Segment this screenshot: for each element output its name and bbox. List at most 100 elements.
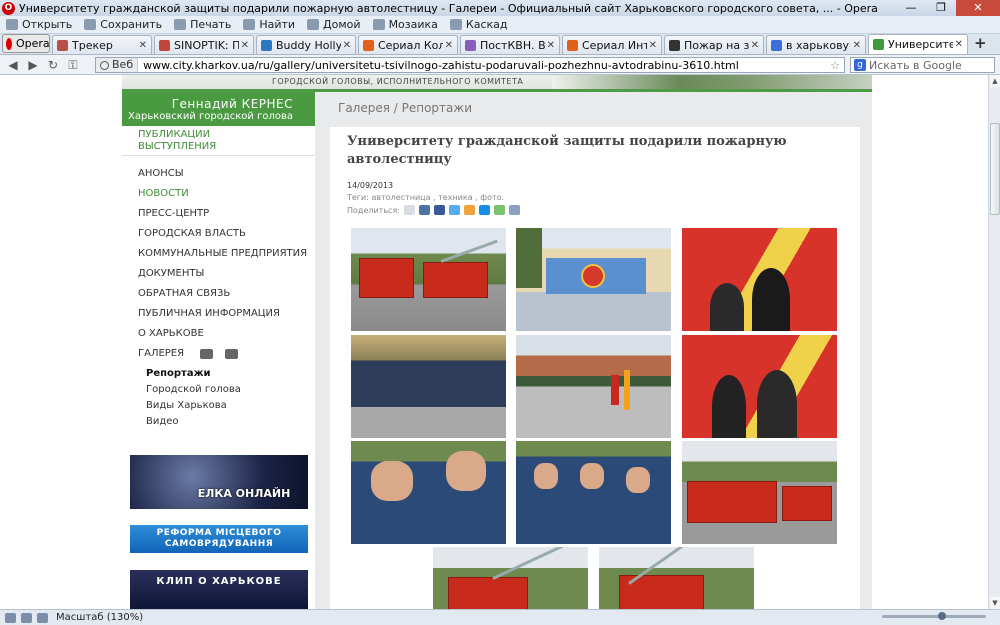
cascade-button[interactable]: Каскад <box>449 18 508 31</box>
gallery-photo-6[interactable] <box>682 335 837 438</box>
menu-item-feedback[interactable]: ОБРАТНАЯ СВЯЗЬ <box>138 284 315 304</box>
breadcrumb[interactable]: Галерея / Репортажи <box>338 101 472 115</box>
tile-button[interactable]: Мозаика <box>372 18 438 31</box>
star-icon[interactable]: ☆ <box>830 59 840 72</box>
menu-item-announcements[interactable]: АНОНСЫ <box>138 164 315 184</box>
submenu-city-head[interactable]: Городской голова <box>146 382 315 398</box>
publications-link[interactable]: ПУБЛИКАЦИИ <box>138 129 315 141</box>
menu-item-gallery[interactable]: ГАЛЕРЕЯ <box>138 344 315 364</box>
livejournal-icon[interactable] <box>493 205 505 215</box>
facebook-icon[interactable] <box>433 205 445 215</box>
find-button[interactable]: Найти <box>243 18 295 31</box>
tab-label: Сериал Интерн... <box>582 38 647 52</box>
back-icon[interactable]: ◀ <box>6 58 20 72</box>
home-icon <box>307 19 320 30</box>
save-button[interactable]: Сохранить <box>84 18 162 31</box>
tab-columbo[interactable]: Сериал Коломб...✕ <box>358 35 458 54</box>
photo-camera-icon[interactable] <box>200 349 214 359</box>
banner-tree-online[interactable]: ЕЛКА ОНЛАЙН <box>130 455 308 509</box>
menu-item-about-kharkov[interactable]: О ХАРЬКОВЕ <box>138 324 315 344</box>
person-shape <box>757 370 797 438</box>
maximize-button[interactable]: ❐ <box>926 0 956 16</box>
gallery-photo-2[interactable] <box>516 228 671 331</box>
gallery-photo-11[interactable] <box>599 547 754 609</box>
tab-university[interactable]: Университету гр...✕ <box>868 34 968 54</box>
menu-item-city-authority[interactable]: ГОРОДСКАЯ ВЛАСТЬ <box>138 224 315 244</box>
forward-icon[interactable]: ▶ <box>26 58 40 72</box>
search-field[interactable]: g Искать в Google <box>850 57 995 73</box>
tab-close-icon[interactable]: ✕ <box>445 40 453 51</box>
zoom-label[interactable]: Масштаб (130%) <box>56 612 143 623</box>
minimize-button[interactable]: — <box>896 0 926 16</box>
submenu-reports[interactable]: Репортажи <box>146 366 315 382</box>
scroll-thumb[interactable] <box>990 123 1000 215</box>
url-field[interactable]: Веб www.city.kharkov.ua/ru/gallery/unive… <box>95 57 845 73</box>
tab-sinoptik[interactable]: SINOPTIK: Погод...✕ <box>154 35 254 54</box>
tab-search[interactable]: в харькову пода...✕ <box>766 35 866 54</box>
blog-icon[interactable] <box>508 205 520 215</box>
cloud-icon[interactable] <box>5 612 16 623</box>
gallery-photo-10[interactable] <box>433 547 588 609</box>
gallery-photo-5[interactable] <box>516 335 671 438</box>
open-button[interactable]: Открыть <box>6 18 72 31</box>
menu-item-press-center[interactable]: ПРЕСС-ЦЕНТР <box>138 204 315 224</box>
gallery-photo-7[interactable] <box>351 441 506 544</box>
tab-postkvn[interactable]: ПостКВН. Вечер...✕ <box>460 35 560 54</box>
tab-tracker[interactable]: Трекер ✕ <box>52 35 152 54</box>
zoom-slider[interactable] <box>882 612 986 620</box>
tab-buddy-holly[interactable]: Buddy Holly скач...✕ <box>256 35 356 54</box>
gallery-photo-1[interactable] <box>351 228 506 331</box>
flag-shape <box>624 370 630 410</box>
mayor-block[interactable]: Геннадий КЕРНЕС Харьковский городской го… <box>122 92 315 126</box>
submenu-video[interactable]: Видео <box>146 414 315 430</box>
tab-interns[interactable]: Сериал Интерн...✕ <box>562 35 662 54</box>
menu-item-news[interactable]: НОВОСТИ <box>138 184 315 204</box>
vertical-scrollbar[interactable]: ▲ ▼ <box>988 75 1000 609</box>
video-camera-icon[interactable] <box>225 349 239 359</box>
mailru-icon[interactable] <box>478 205 490 215</box>
email-icon[interactable] <box>403 205 415 215</box>
reload-icon[interactable]: ↻ <box>46 58 60 72</box>
gallery-photo-4[interactable] <box>351 335 506 438</box>
tab-close-icon[interactable]: ✕ <box>751 40 759 51</box>
key-icon[interactable]: ⚿ <box>66 58 80 72</box>
twitter-icon[interactable] <box>448 205 460 215</box>
tab-close-icon[interactable]: ✕ <box>649 40 657 51</box>
opera-menu-button[interactable]: Opera <box>2 34 50 53</box>
banner-kharkov-clip[interactable]: КЛИП О ХАРЬКОВЕ <box>130 570 308 609</box>
menu-item-documents[interactable]: ДОКУМЕНТЫ <box>138 264 315 284</box>
new-tab-button[interactable]: + <box>974 34 987 52</box>
settings-icon[interactable] <box>21 612 32 623</box>
panel-icon[interactable] <box>37 612 48 623</box>
tab-close-icon[interactable]: ✕ <box>547 40 555 51</box>
gallery-photo-3[interactable] <box>682 228 837 331</box>
tab-close-icon[interactable]: ✕ <box>139 40 147 51</box>
close-window-button[interactable]: ✕ <box>956 0 1000 16</box>
url-text[interactable]: www.city.kharkov.ua/ru/gallery/universit… <box>138 59 830 72</box>
odnoklassniki-icon[interactable] <box>463 205 475 215</box>
speeches-link[interactable]: ВЫСТУПЛЕНИЯ <box>138 141 315 153</box>
banner-self-government-reform[interactable]: РЕФОРМА МІСЦЕВОГО САМОВРЯДУВАННЯ <box>130 525 308 553</box>
banner-clip-text: КЛИП О ХАРЬКОВЕ <box>156 576 282 587</box>
article-tags[interactable]: Теги: автолестница , техника , фото. <box>347 193 504 202</box>
printer-icon <box>174 19 187 30</box>
zoom-slider-knob[interactable] <box>938 612 946 620</box>
page-margin-left <box>0 75 122 609</box>
tree-shape <box>516 228 542 288</box>
vk-icon[interactable] <box>418 205 430 215</box>
tab-fire[interactable]: Пожар на завод...✕ <box>664 35 764 54</box>
tab-close-icon[interactable]: ✕ <box>241 40 249 51</box>
home-button[interactable]: Домой <box>307 18 361 31</box>
scroll-up-icon[interactable]: ▲ <box>990 75 1000 87</box>
submenu-kharkov-views[interactable]: Виды Харькова <box>146 398 315 414</box>
tab-close-icon[interactable]: ✕ <box>343 40 351 51</box>
tab-close-icon[interactable]: ✕ <box>853 40 861 51</box>
scroll-down-icon[interactable]: ▼ <box>990 597 1000 609</box>
menu-item-public-info[interactable]: ПУБЛИЧНАЯ ИНФОРМАЦИЯ <box>138 304 315 324</box>
print-button[interactable]: Печать <box>174 18 231 31</box>
menu-item-utilities[interactable]: КОММУНАЛЬНЫЕ ПРЕДПРИЯТИЯ <box>138 244 315 264</box>
gallery-photo-9[interactable] <box>682 441 837 544</box>
face-shape <box>626 467 650 493</box>
tab-close-icon[interactable]: ✕ <box>955 39 963 50</box>
gallery-photo-8[interactable] <box>516 441 671 544</box>
